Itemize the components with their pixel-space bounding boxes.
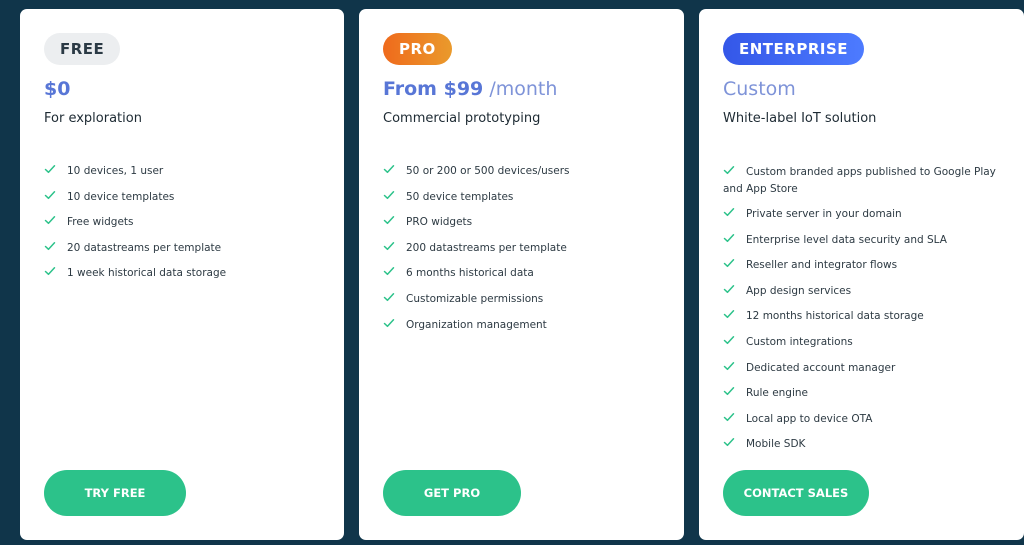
feature-item: 10 devices, 1 user <box>44 164 324 190</box>
feature-item: Organization management <box>383 318 664 344</box>
feature-list: 50 or 200 or 500 devices/users 50 device… <box>383 164 664 343</box>
feature-text: 1 week historical data storage <box>67 267 227 280</box>
feature-text: Customizable permissions <box>406 292 544 305</box>
check-icon <box>44 265 56 277</box>
check-icon <box>723 206 735 218</box>
price-amount: $0 <box>44 78 71 100</box>
feature-item: 1 week historical data storage <box>44 266 324 292</box>
feature-item: Private server in your domain <box>723 207 1004 233</box>
plan-card-pro: PRO From $99 /month Commercial prototypi… <box>359 9 684 540</box>
check-icon <box>383 163 395 175</box>
feature-text: Rule engine <box>746 387 809 400</box>
plan-price: $0 <box>44 78 70 100</box>
feature-item: Free widgets <box>44 215 324 241</box>
check-icon <box>723 257 735 269</box>
feature-item: Dedicated account manager <box>723 361 1004 387</box>
feature-text: PRO widgets <box>406 216 473 229</box>
feature-text: 10 devices, 1 user <box>67 165 164 177</box>
check-icon <box>723 334 735 346</box>
feature-text: Mobile SDK <box>746 438 806 451</box>
feature-item: Reseller and integrator flows <box>723 258 1004 284</box>
plan-badge: ENTERPRISE <box>723 33 865 65</box>
check-icon <box>44 163 56 175</box>
feature-item: Customizable permissions <box>383 292 664 318</box>
feature-text: Custom branded apps published to Google … <box>723 166 996 195</box>
check-icon <box>723 436 735 448</box>
check-icon <box>383 265 395 277</box>
feature-text: 12 months historical data storage <box>746 310 924 323</box>
plan-subtitle: White-label IoT solution <box>723 111 877 126</box>
feature-text: Custom integrations <box>746 335 853 348</box>
feature-item: 200 datastreams per template <box>383 241 664 267</box>
feature-text: Dedicated account manager <box>746 361 896 374</box>
feature-text: 10 device templates <box>67 190 175 203</box>
feature-text: Organization management <box>406 318 547 331</box>
feature-item: 6 months historical data <box>383 266 664 292</box>
check-icon <box>383 189 395 201</box>
get-pro-button[interactable]: GET PRO <box>383 470 521 516</box>
check-icon <box>383 317 395 329</box>
feature-text: 200 datastreams per template <box>406 241 567 254</box>
feature-text: Local app to device OTA <box>746 412 873 425</box>
feature-item: 10 device templates <box>44 190 324 216</box>
feature-item: Rule engine <box>723 386 1004 412</box>
feature-item: 50 device templates <box>383 190 664 216</box>
check-icon <box>723 308 735 320</box>
feature-text: Free widgets <box>67 216 134 229</box>
feature-item: Custom integrations <box>723 335 1004 361</box>
feature-text: 50 or 200 or 500 devices/users <box>406 165 570 177</box>
contact-sales-button[interactable]: CONTACT SALES <box>723 470 869 516</box>
feature-item: App design services <box>723 284 1004 310</box>
check-icon <box>723 283 735 295</box>
check-icon <box>44 240 56 252</box>
feature-text: Reseller and integrator flows <box>746 259 898 272</box>
feature-item: 50 or 200 or 500 devices/users <box>383 164 664 190</box>
feature-list: Custom branded apps published to Google … <box>723 164 1004 463</box>
plan-subtitle: Commercial prototyping <box>383 111 541 126</box>
plan-badge: FREE <box>44 33 121 65</box>
plan-price: Custom <box>723 78 796 100</box>
feature-item: Enterprise level data security and SLA <box>723 233 1004 259</box>
plan-badge: PRO <box>383 33 452 65</box>
feature-list: 10 devices, 1 user 10 device templates F… <box>44 164 324 292</box>
check-icon <box>723 411 735 423</box>
feature-text: 20 datastreams per template <box>67 241 222 254</box>
feature-text: Private server in your domain <box>746 208 902 220</box>
feature-text: App design services <box>746 284 852 297</box>
check-icon <box>723 385 735 397</box>
check-icon <box>723 360 735 372</box>
check-icon <box>383 240 395 252</box>
plan-price: From $99 /month <box>383 78 557 100</box>
plan-card-free: FREE $0 For exploration 10 devices, 1 us… <box>20 9 344 540</box>
feature-item: Custom branded apps published to Google … <box>723 164 1004 207</box>
plan-card-enterprise: ENTERPRISE Custom White-label IoT soluti… <box>699 9 1024 540</box>
feature-item: 20 datastreams per template <box>44 241 324 267</box>
check-icon <box>723 164 735 176</box>
check-icon <box>723 232 735 244</box>
price-amount: From $99 <box>383 78 484 100</box>
feature-text: Enterprise level data security and SLA <box>746 233 947 246</box>
check-icon <box>44 189 56 201</box>
price-amount: Custom <box>723 78 796 100</box>
feature-text: 50 device templates <box>406 190 514 203</box>
feature-item: PRO widgets <box>383 215 664 241</box>
check-icon <box>44 214 56 226</box>
check-icon <box>383 291 395 303</box>
feature-item: Local app to device OTA <box>723 412 1004 438</box>
feature-item: Mobile SDK <box>723 437 1004 463</box>
try-free-button[interactable]: TRY FREE <box>44 470 186 516</box>
feature-item: 12 months historical data storage <box>723 309 1004 335</box>
plan-subtitle: For exploration <box>44 111 142 126</box>
check-icon <box>383 214 395 226</box>
feature-text: 6 months historical data <box>406 267 534 280</box>
price-suffix: /month <box>489 78 558 100</box>
